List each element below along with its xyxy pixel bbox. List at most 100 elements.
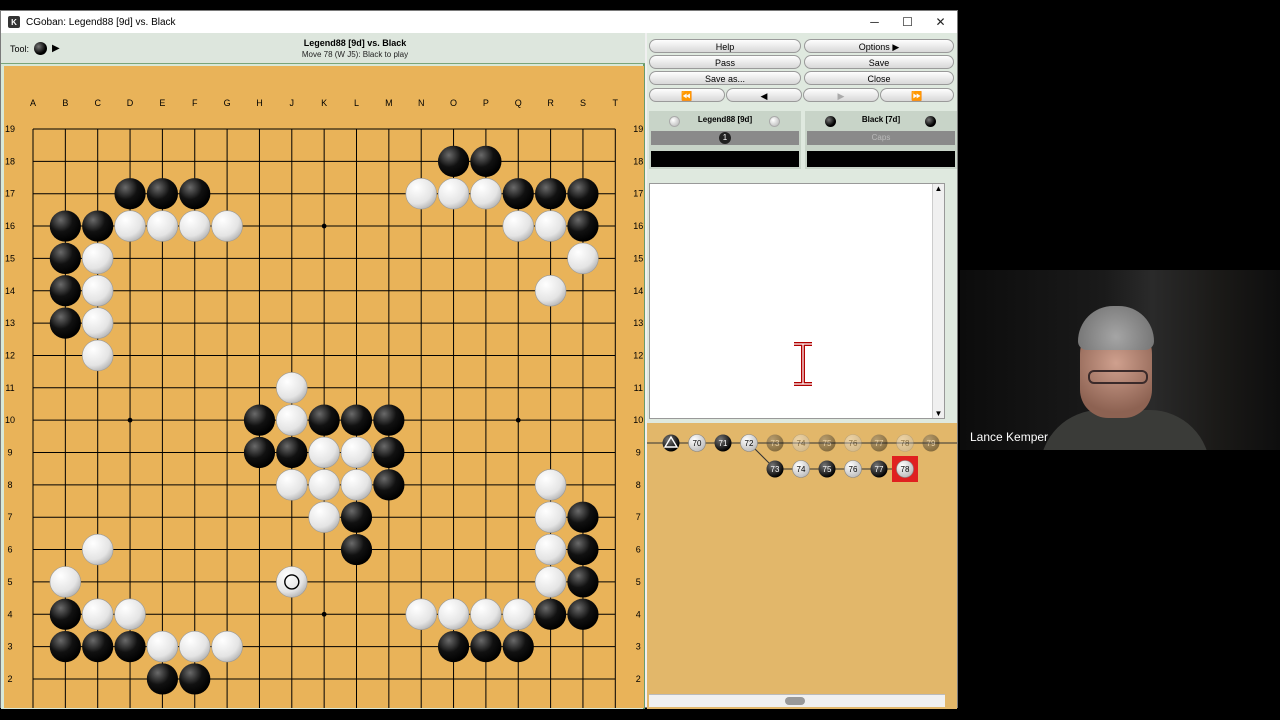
black-stone[interactable] (502, 178, 534, 210)
minimize-button[interactable]: ─ (858, 11, 891, 33)
white-stone[interactable] (211, 210, 243, 242)
black-stone[interactable] (114, 178, 146, 210)
white-stone[interactable] (534, 210, 567, 242)
white-stone[interactable] (437, 177, 470, 210)
go-board-svg[interactable]: AA1919BB1818CC1717DD1616EE1515FF1414GG13… (4, 66, 644, 716)
white-stone[interactable] (49, 566, 82, 598)
white-stone[interactable] (534, 501, 567, 533)
black-stone[interactable] (567, 598, 599, 630)
game-tree-svg[interactable]: 70 71 72 73 74 75 76 77 78 79 73 74 75 76 77 78 (647, 423, 957, 693)
tree-horizontal-scrollbar[interactable] (649, 694, 945, 707)
black-stone[interactable] (567, 566, 599, 598)
white-stone[interactable] (534, 275, 567, 307)
black-stone[interactable] (49, 307, 81, 339)
tree-node[interactable]: 79 (922, 434, 940, 452)
maximize-button[interactable]: ☐ (891, 11, 924, 33)
save-button[interactable]: Save (804, 55, 954, 69)
white-stone[interactable] (179, 630, 211, 663)
white-stone[interactable] (276, 372, 308, 404)
comment-area[interactable]: ▲ ▼ (649, 183, 945, 419)
tree-node[interactable]: 74 (792, 460, 810, 478)
white-stone[interactable] (470, 177, 502, 210)
black-stone[interactable] (179, 178, 211, 210)
white-stone[interactable] (81, 533, 114, 566)
nav-start-icon[interactable]: ⏪ (649, 88, 725, 102)
tree-node[interactable]: 76 (844, 434, 862, 452)
white-stone[interactable] (81, 275, 114, 307)
white-stone[interactable] (81, 307, 114, 339)
white-stone[interactable] (81, 242, 114, 275)
white-stone[interactable] (81, 598, 114, 630)
black-stone[interactable] (567, 178, 599, 210)
tree-node[interactable]: 77 (870, 460, 888, 478)
tree-node[interactable] (662, 434, 680, 452)
pass-button[interactable]: Pass (649, 55, 801, 69)
white-stone[interactable] (276, 469, 308, 501)
white-stone[interactable] (308, 501, 340, 533)
black-stone[interactable] (276, 436, 308, 469)
black-stone[interactable] (535, 178, 567, 210)
game-tree-panel[interactable]: 70 71 72 73 74 75 76 77 78 79 73 74 75 76 77 78 (647, 423, 957, 709)
tree-node[interactable]: 77 (870, 434, 888, 452)
white-stone[interactable] (470, 598, 502, 630)
white-stone[interactable] (211, 630, 243, 663)
tree-node[interactable]: 75 (818, 434, 836, 452)
black-stone[interactable] (308, 404, 340, 436)
white-stone[interactable] (308, 436, 340, 469)
tree-node[interactable]: 76 (844, 460, 862, 478)
black-stone[interactable] (49, 242, 81, 274)
comment-scrollbar[interactable]: ▲ ▼ (932, 184, 944, 418)
scroll-up-icon[interactable]: ▲ (933, 184, 944, 193)
tree-node[interactable]: 75 (818, 460, 836, 478)
white-stone[interactable] (114, 210, 146, 242)
black-stone[interactable] (49, 275, 81, 307)
white-stone[interactable] (567, 242, 599, 275)
black-stone[interactable] (114, 631, 146, 663)
white-stone[interactable] (405, 177, 437, 210)
close-button[interactable]: Close (804, 71, 954, 85)
black-stone[interactable] (82, 631, 114, 663)
black-stone[interactable] (243, 404, 276, 436)
nav-forward-icon[interactable]: ▶ (803, 88, 879, 102)
white-stone[interactable] (437, 598, 470, 630)
black-stone[interactable] (535, 598, 567, 630)
white-stone[interactable] (340, 436, 373, 469)
scroll-down-icon[interactable]: ▼ (933, 409, 944, 418)
white-stone[interactable] (114, 598, 146, 630)
black-stone[interactable] (470, 145, 502, 177)
black-stone[interactable] (49, 598, 81, 630)
white-stone[interactable] (405, 598, 437, 630)
black-stone[interactable] (502, 631, 534, 663)
black-stone[interactable] (146, 178, 178, 210)
white-stone[interactable] (276, 404, 308, 436)
go-board[interactable]: AA1919BB1818CC1717DD1616EE1515FF1414GG13… (4, 66, 644, 716)
tree-node[interactable]: 72 (740, 434, 758, 452)
black-stone[interactable] (49, 210, 81, 242)
black-stone[interactable] (470, 631, 502, 663)
tree-scroll-thumb[interactable] (785, 697, 805, 705)
nav-back-icon[interactable]: ◀ (726, 88, 802, 102)
black-stone[interactable] (340, 501, 373, 533)
tree-node[interactable]: 78 (892, 456, 918, 482)
white-stone[interactable] (146, 630, 179, 663)
white-stone[interactable] (81, 339, 114, 372)
save-as-button[interactable]: Save as... (649, 71, 801, 85)
close-window-button[interactable]: ✕ (924, 11, 957, 33)
black-stone[interactable] (373, 469, 405, 501)
black-stone[interactable] (340, 404, 373, 436)
black-stone[interactable] (82, 210, 114, 242)
tree-node[interactable]: 70 (688, 434, 706, 452)
white-stone[interactable] (340, 469, 373, 501)
white-stone[interactable] (179, 210, 211, 242)
options-button[interactable]: Options ▶ (804, 39, 954, 53)
white-stone[interactable] (534, 566, 567, 598)
white-stone[interactable] (276, 566, 308, 598)
white-stone[interactable] (502, 210, 534, 242)
black-stone[interactable] (437, 145, 470, 177)
black-stone[interactable] (567, 533, 599, 566)
black-stone[interactable] (340, 533, 373, 566)
tree-node[interactable]: 74 (792, 434, 810, 452)
black-stone[interactable] (567, 210, 599, 242)
black-stone[interactable] (373, 404, 405, 436)
help-button[interactable]: Help (649, 39, 801, 53)
